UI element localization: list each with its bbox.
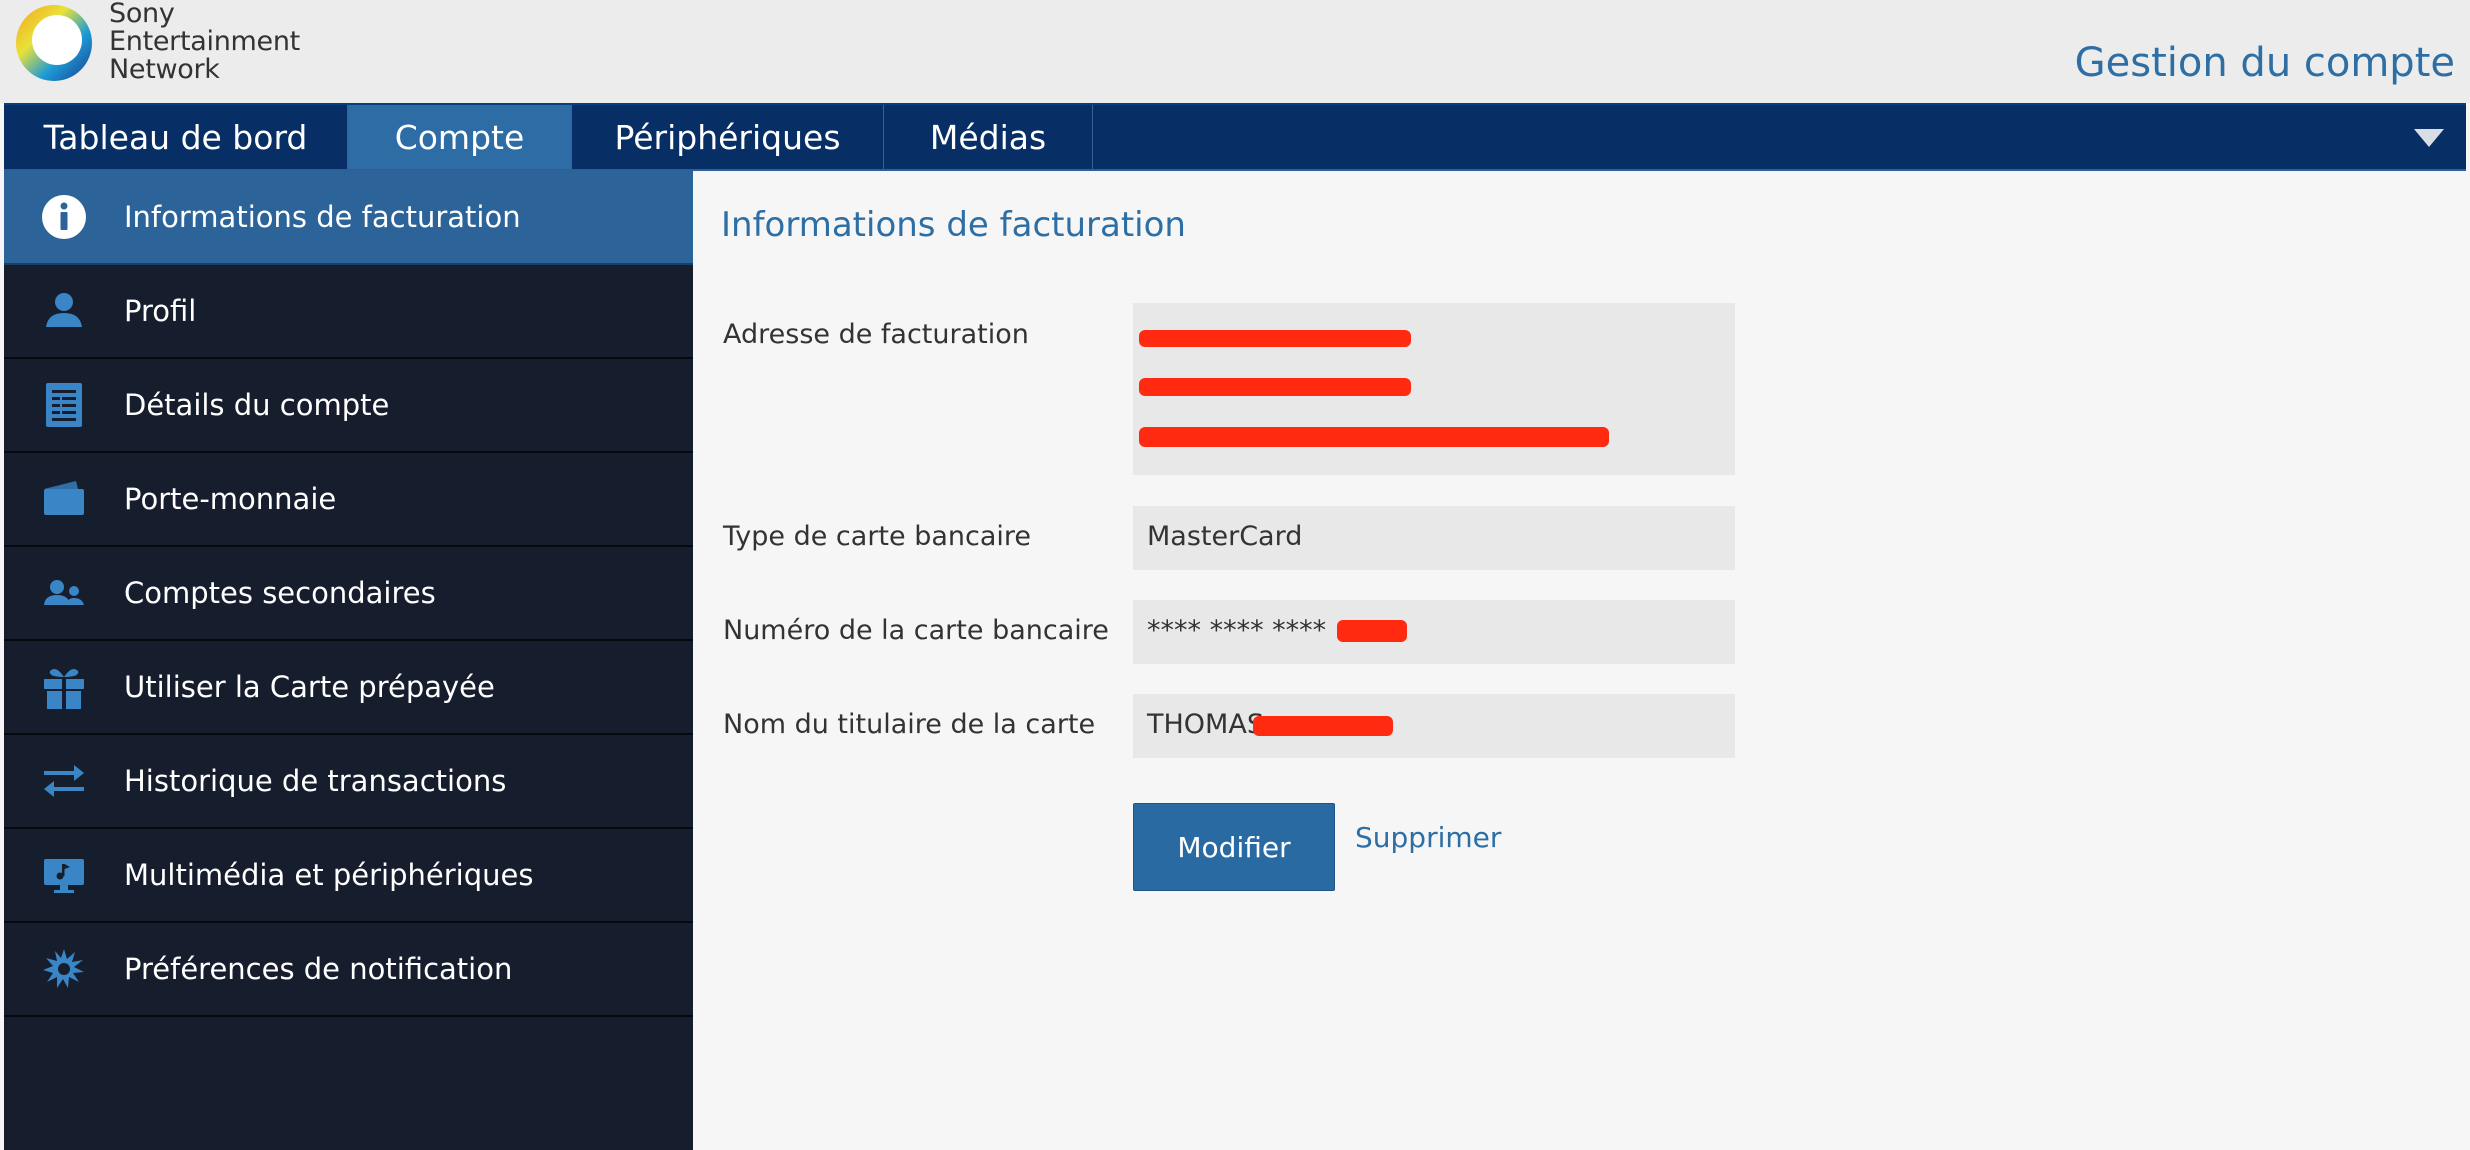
users-icon: [38, 567, 90, 619]
section-title: Informations de facturation: [721, 205, 1186, 245]
billing-address-field: [1133, 303, 1735, 475]
sidebar-item-label: Profil: [124, 294, 197, 328]
sidebar-item-notification-preferences[interactable]: Préférences de notification: [4, 923, 693, 1017]
card-type-value: MasterCard: [1147, 521, 1303, 552]
gift-icon: [38, 661, 90, 713]
page-section-title: Gestion du compte: [2074, 40, 2455, 86]
sidebar-item-label: Multimédia et périphériques: [124, 858, 534, 892]
sidebar-item-account-details[interactable]: Détails du compte: [4, 359, 693, 453]
dropdown-arrow-icon[interactable]: [2414, 129, 2444, 147]
wallet-icon: [38, 473, 90, 525]
card-holder-value: THOMAS: [1147, 709, 1264, 740]
sidebar-item-prepaid-card[interactable]: Utiliser la Carte prépayée: [4, 641, 693, 735]
sidebar-item-label: Porte-monnaie: [124, 482, 337, 516]
media-device-icon: [38, 849, 90, 901]
sidebar: Informations de facturation Profil Détai…: [4, 171, 693, 1150]
brand-name: Sony Entertainment Network: [109, 0, 300, 84]
sidebar-item-label: Comptes secondaires: [124, 576, 436, 610]
tab-account[interactable]: Compte: [348, 105, 572, 169]
modify-button[interactable]: Modifier: [1133, 803, 1335, 891]
sidebar-item-profile[interactable]: Profil: [4, 265, 693, 359]
brand-line-3: Network: [109, 54, 220, 85]
card-number-label: Numéro de la carte bancaire: [723, 615, 1109, 646]
redaction-mark: [1139, 427, 1609, 447]
billing-address-label: Adresse de facturation: [723, 319, 1029, 350]
redaction-mark: [1139, 378, 1411, 396]
info-icon: [38, 191, 90, 243]
card-holder-field: THOMAS: [1133, 694, 1735, 758]
top-navigation: Tableau de bord Compte Périphériques Méd…: [4, 103, 2466, 171]
sidebar-item-wallet[interactable]: Porte-monnaie: [4, 453, 693, 547]
card-type-label: Type de carte bancaire: [723, 521, 1032, 552]
delete-link[interactable]: Supprimer: [1355, 821, 1501, 854]
sony-entertainment-network-logo[interactable]: [14, 3, 94, 83]
document-icon: [38, 379, 90, 431]
main-content: Informations de facturation Adresse de f…: [693, 171, 2470, 1150]
user-icon: [38, 285, 90, 337]
transfer-arrows-icon: [38, 755, 90, 807]
header: Sony Entertainment Network Gestion du co…: [0, 0, 2470, 103]
sidebar-item-label: Préférences de notification: [124, 952, 513, 986]
sidebar-item-sub-accounts[interactable]: Comptes secondaires: [4, 547, 693, 641]
sidebar-item-label: Utiliser la Carte prépayée: [124, 670, 495, 704]
sidebar-item-label: Informations de facturation: [124, 200, 521, 234]
card-number-field: **** **** ****: [1133, 600, 1735, 664]
redaction-mark: [1253, 716, 1393, 736]
tab-media[interactable]: Médias: [884, 105, 1093, 169]
card-holder-label: Nom du titulaire de la carte: [723, 709, 1096, 740]
tab-dashboard[interactable]: Tableau de bord: [4, 105, 348, 169]
redaction-mark: [1337, 620, 1407, 642]
sidebar-item-billing-info[interactable]: Informations de facturation: [4, 171, 693, 265]
notification-burst-icon: [38, 943, 90, 995]
brand-line-2: Entertainment: [109, 26, 300, 57]
card-type-field: MasterCard: [1133, 506, 1735, 570]
sidebar-item-transaction-history[interactable]: Historique de transactions: [4, 735, 693, 829]
brand-line-1: Sony: [109, 0, 175, 29]
card-number-value: **** **** ****: [1147, 615, 1327, 646]
tab-devices[interactable]: Périphériques: [572, 105, 884, 169]
redaction-mark: [1139, 330, 1411, 347]
sidebar-item-label: Historique de transactions: [124, 764, 507, 798]
sidebar-item-multimedia-devices[interactable]: Multimédia et périphériques: [4, 829, 693, 923]
sidebar-item-label: Détails du compte: [124, 388, 390, 422]
